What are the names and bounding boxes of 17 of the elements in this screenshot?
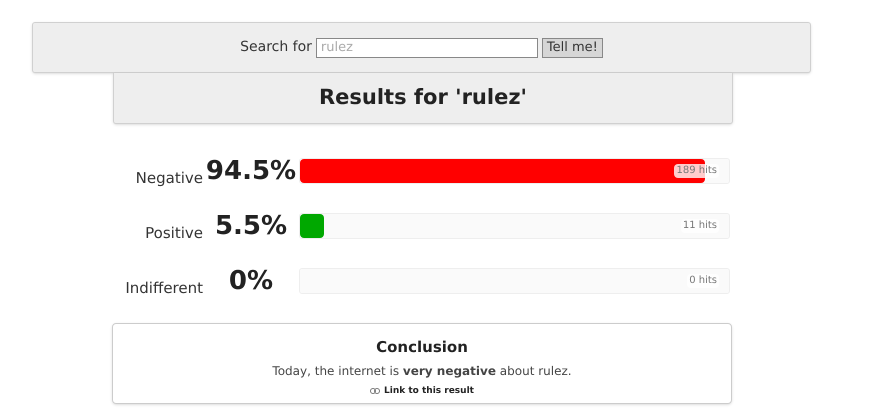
result-link[interactable]: Link to this result	[384, 384, 474, 398]
tell-me-button[interactable]: Tell me!	[542, 38, 603, 58]
link-icon	[370, 388, 380, 394]
sentiment-percent: 94.5%	[204, 154, 298, 188]
conclusion-title: Conclusion	[376, 337, 468, 358]
results-title: Results for 'rulez'	[319, 84, 527, 112]
sentiment-percent: 0%	[228, 264, 274, 298]
sentiment-label: Negative	[134, 168, 203, 189]
conclusion-text: Today, the internet is very negative about rulez.	[272, 362, 572, 380]
search-label: Search for	[240, 38, 312, 57]
hits-count: 11 hits	[680, 219, 719, 233]
sentiment-percent: 5.5%	[214, 210, 288, 242]
hits-count: 0 hits	[687, 274, 719, 288]
sentiment-label: Positive	[144, 222, 203, 244]
search-field[interactable]: rulez	[316, 38, 538, 58]
sentiment-label: Indifferent	[124, 278, 203, 299]
hits-count: 189 hits	[674, 164, 719, 178]
